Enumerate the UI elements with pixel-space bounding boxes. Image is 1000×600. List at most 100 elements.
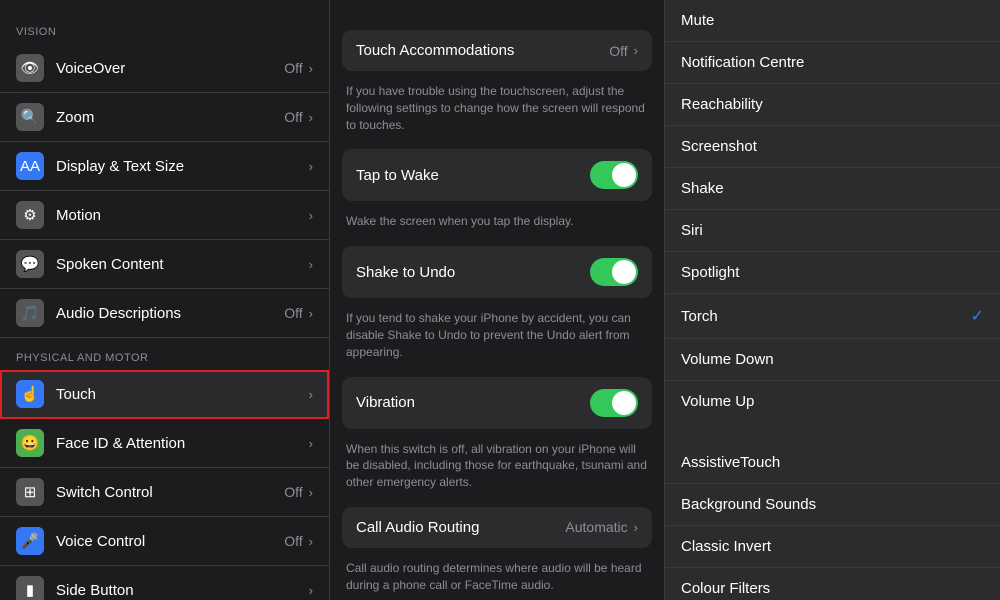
audiodesc-icon: 🎵 <box>16 299 44 327</box>
assistive-touch-label: AssistiveTouch <box>681 454 984 471</box>
shake-to-undo-desc: If you tend to shake your iPhone by acci… <box>330 304 664 370</box>
spoken-chevron: › <box>309 257 313 272</box>
voiceover-icon: 👁 <box>16 54 44 82</box>
audiodesc-chevron: › <box>309 306 313 321</box>
menu-item-display[interactable]: AA Display & Text Size› <box>0 142 329 191</box>
volume-down-label: Volume Down <box>681 351 984 368</box>
motion-chevron: › <box>309 208 313 223</box>
setting-item-vibration[interactable]: Vibration <box>342 377 652 429</box>
volume-up-label: Volume Up <box>681 393 984 410</box>
voicectrl-chevron: › <box>309 534 313 549</box>
right-panel: Mute Notification Centre Reachability Scree… <box>665 0 1000 600</box>
voiceover-label: VoiceOver <box>56 60 284 77</box>
display-chevron: › <box>309 159 313 174</box>
menu-item-zoom[interactable]: 🔍ZoomOff› <box>0 93 329 142</box>
spoken-icon: 💬 <box>16 250 44 278</box>
zoom-chevron: › <box>309 110 313 125</box>
menu-item-switchctrl[interactable]: ⊞ Switch ControlOff › <box>0 468 329 517</box>
tap-to-wake-label: Tap to Wake <box>356 167 590 184</box>
voiceover-value: Off <box>284 60 302 76</box>
right-item-colour-filters[interactable]: Colour Filters <box>665 568 1000 600</box>
background-sounds-label: Background Sounds <box>681 496 984 513</box>
setting-item-touch-accommodations[interactable]: Touch AccommodationsOff › <box>342 30 652 71</box>
display-icon: AA <box>16 152 44 180</box>
setting-group-vibration: Vibration <box>342 377 652 429</box>
switchctrl-label: Switch Control <box>56 484 284 501</box>
spoken-label: Spoken Content <box>56 256 309 273</box>
menu-item-audiodesc[interactable]: 🎵 Audio DescriptionsOff › <box>0 289 329 338</box>
voiceover-chevron: › <box>309 61 313 76</box>
right-item-classic-invert[interactable]: Classic Invert <box>665 526 1000 568</box>
right-top-items: Mute Notification Centre Reachability Scree… <box>665 0 1000 422</box>
right-item-notification-centre[interactable]: Notification Centre <box>665 42 1000 84</box>
right-accessibility-label <box>665 422 1000 442</box>
torch-label: Torch <box>681 308 971 325</box>
setting-item-call-audio-routing[interactable]: Call Audio RoutingAutomatic› <box>342 507 652 548</box>
right-item-torch[interactable]: Torch✓ <box>665 294 1000 339</box>
right-item-volume-down[interactable]: Volume Down <box>665 339 1000 381</box>
setting-group-shake-to-undo: Shake to Undo <box>342 246 652 298</box>
setting-item-shake-to-undo[interactable]: Shake to Undo <box>342 246 652 298</box>
menu-item-faceid[interactable]: 😀 Face ID & Attention› <box>0 419 329 468</box>
setting-item-tap-to-wake[interactable]: Tap to Wake <box>342 149 652 201</box>
mute-label: Mute <box>681 12 984 29</box>
switchctrl-value: Off <box>284 484 302 500</box>
notification-centre-label: Notification Centre <box>681 54 984 71</box>
audiodesc-label: Audio Descriptions <box>56 305 284 322</box>
menu-item-spoken[interactable]: 💬 Spoken Content› <box>0 240 329 289</box>
right-item-background-sounds[interactable]: Background Sounds <box>665 484 1000 526</box>
right-accessibility-items: AssistiveTouch Background Sounds Classic I… <box>665 442 1000 600</box>
right-item-siri[interactable]: Siri <box>665 210 1000 252</box>
right-item-volume-up[interactable]: Volume Up <box>665 381 1000 422</box>
shake-label: Shake <box>681 180 984 197</box>
switchctrl-icon: ⊞ <box>16 478 44 506</box>
section-label-physical-and-motor: PHYSICAL AND MOTOR <box>0 338 329 370</box>
call-audio-routing-value: Automatic <box>565 519 627 535</box>
right-item-assistive-touch[interactable]: AssistiveTouch <box>665 442 1000 484</box>
faceid-icon: 😀 <box>16 429 44 457</box>
motion-label: Motion <box>56 207 309 224</box>
switchctrl-chevron: › <box>309 485 313 500</box>
right-item-reachability[interactable]: Reachability <box>665 84 1000 126</box>
menu-item-sidebutton[interactable]: ▮ Side Button› <box>0 566 329 600</box>
call-audio-routing-label: Call Audio Routing <box>356 519 565 536</box>
touch-accommodations-desc: If you have trouble using the touchscree… <box>330 77 664 143</box>
tap-to-wake-toggle[interactable] <box>590 161 638 189</box>
section-label-vision: VISION <box>0 12 329 44</box>
setting-group-call-audio-routing: Call Audio RoutingAutomatic› <box>342 507 652 548</box>
torch-checkmark: ✓ <box>971 306 984 326</box>
shake-to-undo-toggle[interactable] <box>590 258 638 286</box>
touch-label: Touch <box>56 386 309 403</box>
middle-panel: Touch AccommodationsOff › If you have trou… <box>330 0 665 600</box>
menu-item-touch[interactable]: ☝Touch› <box>0 370 329 419</box>
zoom-icon: 🔍 <box>16 103 44 131</box>
menu-item-voicectrl[interactable]: 🎤Voice ControlOff› <box>0 517 329 566</box>
voicectrl-icon: 🎤 <box>16 527 44 555</box>
touch-accommodations-chevron: › <box>634 43 638 58</box>
right-item-shake[interactable]: Shake <box>665 168 1000 210</box>
colour-filters-label: Colour Filters <box>681 580 984 597</box>
audiodesc-value: Off <box>284 305 302 321</box>
right-item-mute[interactable]: Mute <box>665 0 1000 42</box>
reachability-label: Reachability <box>681 96 984 113</box>
touch-accommodations-value: Off <box>609 43 627 59</box>
vibration-toggle[interactable] <box>590 389 638 417</box>
zoom-value: Off <box>284 109 302 125</box>
sidebutton-chevron: › <box>309 583 313 598</box>
faceid-label: Face ID & Attention <box>56 435 309 452</box>
menu-item-voiceover[interactable]: 👁 VoiceOverOff › <box>0 44 329 93</box>
setting-group-touch-accommodations: Touch AccommodationsOff › <box>342 30 652 71</box>
right-item-spotlight[interactable]: Spotlight <box>665 252 1000 294</box>
sidebutton-label: Side Button <box>56 582 309 599</box>
display-label: Display & Text Size <box>56 158 309 175</box>
menu-item-motion[interactable]: ⚙Motion› <box>0 191 329 240</box>
screenshot-label: Screenshot <box>681 138 984 155</box>
touch-accommodations-label: Touch Accommodations <box>356 42 609 59</box>
siri-label: Siri <box>681 222 984 239</box>
right-item-screenshot[interactable]: Screenshot <box>665 126 1000 168</box>
touch-chevron: › <box>309 387 313 402</box>
setting-group-tap-to-wake: Tap to Wake <box>342 149 652 201</box>
middle-settings: Touch AccommodationsOff › If you have trou… <box>330 30 664 600</box>
faceid-chevron: › <box>309 436 313 451</box>
sidebutton-icon: ▮ <box>16 576 44 600</box>
